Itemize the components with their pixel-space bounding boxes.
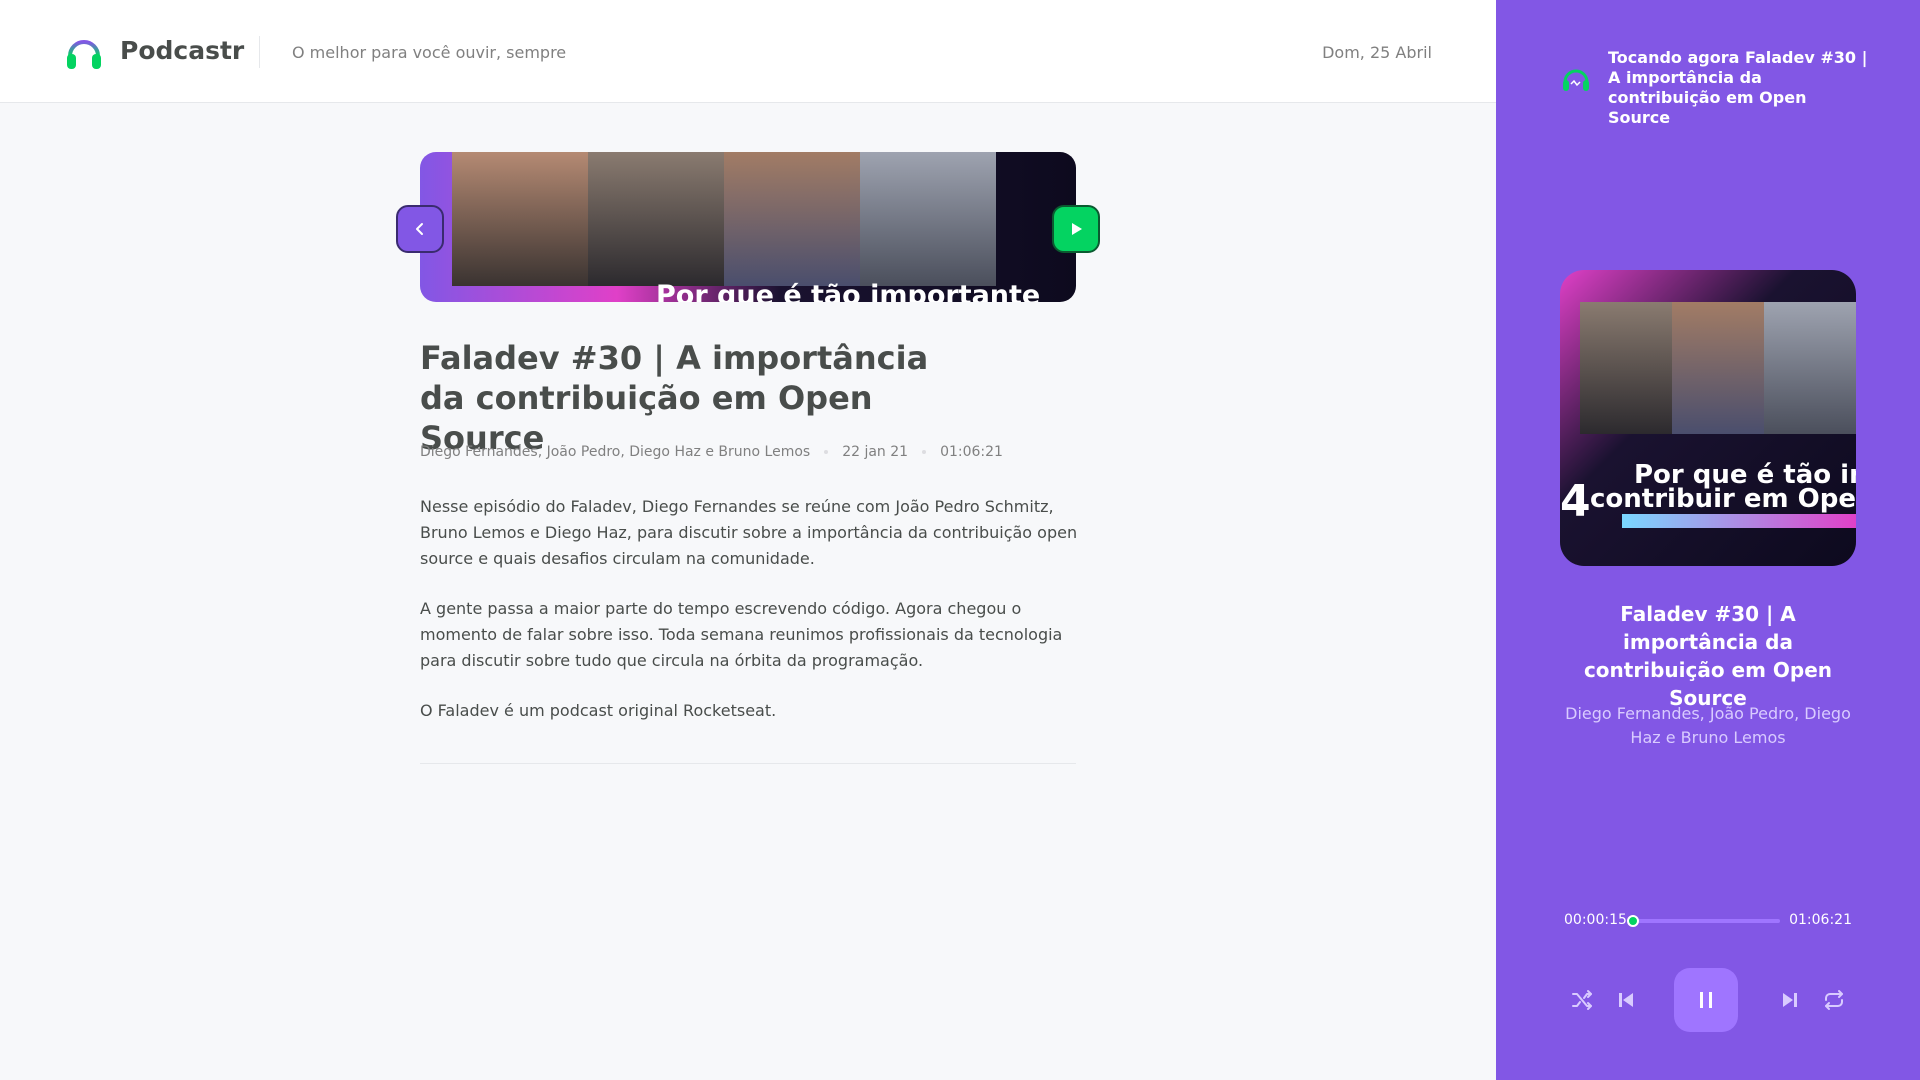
skip-previous-icon	[1619, 993, 1633, 1007]
player-episode-members: Diego Fernandes, João Pedro, Diego Haz e…	[1565, 704, 1851, 747]
repeat-button[interactable]	[1818, 984, 1850, 1016]
description-paragraph: O Faladev é um podcast original Rocketse…	[420, 701, 777, 720]
previous-button[interactable]	[1610, 984, 1642, 1016]
back-button[interactable]	[396, 205, 444, 253]
episode-meta: Diego Fernandes, João Pedro, Diego Haz e…	[420, 444, 1003, 460]
shuffle-button[interactable]	[1566, 984, 1598, 1016]
cover-person	[1672, 302, 1764, 434]
header: Podcastr O melhor para você ouvir, sempr…	[0, 0, 1496, 103]
current-time: 00:00:15	[1564, 912, 1627, 928]
player-cover: 4 Por que é tão imp contribuir em Open S	[1560, 270, 1856, 566]
chevron-left-icon	[416, 223, 423, 235]
cover-stripe	[1622, 514, 1856, 528]
progress-handle[interactable]	[1626, 915, 1639, 927]
thumbnail-person	[588, 152, 724, 286]
repeat-icon	[1825, 990, 1843, 1010]
pause-button[interactable]	[1674, 968, 1738, 1032]
cover-faces	[1580, 302, 1856, 434]
episode-members: Diego Fernandes, João Pedro, Diego Haz e…	[420, 444, 811, 460]
thumbnail-person	[724, 152, 860, 286]
tagline: O melhor para você ouvir, sempre	[292, 43, 567, 62]
episode-date: 22 jan 21	[842, 444, 909, 460]
description-paragraph: A gente passa a maior parte do tempo esc…	[420, 599, 1063, 670]
total-time: 01:06:21	[1789, 912, 1852, 928]
pause-icon	[1700, 992, 1712, 1008]
player-sidebar: Tocando agora Faladev #30 | A importânci…	[1496, 0, 1920, 1080]
thumbnail-faces	[452, 152, 996, 286]
play-episode-button[interactable]	[1052, 205, 1100, 253]
thumbnail-person	[860, 152, 996, 286]
player-controls	[1560, 968, 1856, 1032]
cover-person	[1580, 302, 1672, 434]
skip-next-icon	[1783, 993, 1797, 1007]
cover-person	[1764, 302, 1856, 434]
current-date: Dom, 25 Abril	[1322, 43, 1432, 62]
meta-separator	[922, 450, 927, 454]
now-playing-label: Tocando agora Faladev #30 | A importânci…	[1608, 48, 1868, 127]
main-content: Podcastr O melhor para você ouvir, sempr…	[0, 0, 1496, 1080]
headphones-icon	[1563, 69, 1589, 91]
play-icon	[1072, 223, 1082, 235]
cover-number: 4	[1560, 476, 1591, 527]
header-divider	[259, 36, 260, 68]
app-name: Podcastr	[120, 36, 245, 65]
episode-duration: 01:06:21	[940, 444, 1003, 460]
meta-separator	[824, 450, 829, 454]
thumbnail-person	[452, 152, 588, 286]
headphones-icon	[67, 40, 101, 69]
shuffle-icon	[1572, 990, 1592, 1010]
description-paragraph: Nesse episódio do Faladev, Diego Fernand…	[420, 497, 1078, 568]
next-button[interactable]	[1774, 984, 1806, 1016]
episode-description: Nesse episódio do Faladev, Diego Fernand…	[420, 494, 1080, 748]
episode-thumbnail: Por que é tão importante	[420, 152, 1076, 302]
thumbnail-caption: Por que é tão importante	[656, 280, 1041, 302]
content-divider	[420, 763, 1076, 764]
progress-slider[interactable]	[1626, 915, 1780, 927]
cover-caption: contribuir em Open S	[1590, 484, 1856, 514]
episode-title: Faladev #30 | A importância da contribui…	[420, 339, 929, 457]
player-episode-title: Faladev #30 | A importância da contribui…	[1583, 602, 1833, 710]
